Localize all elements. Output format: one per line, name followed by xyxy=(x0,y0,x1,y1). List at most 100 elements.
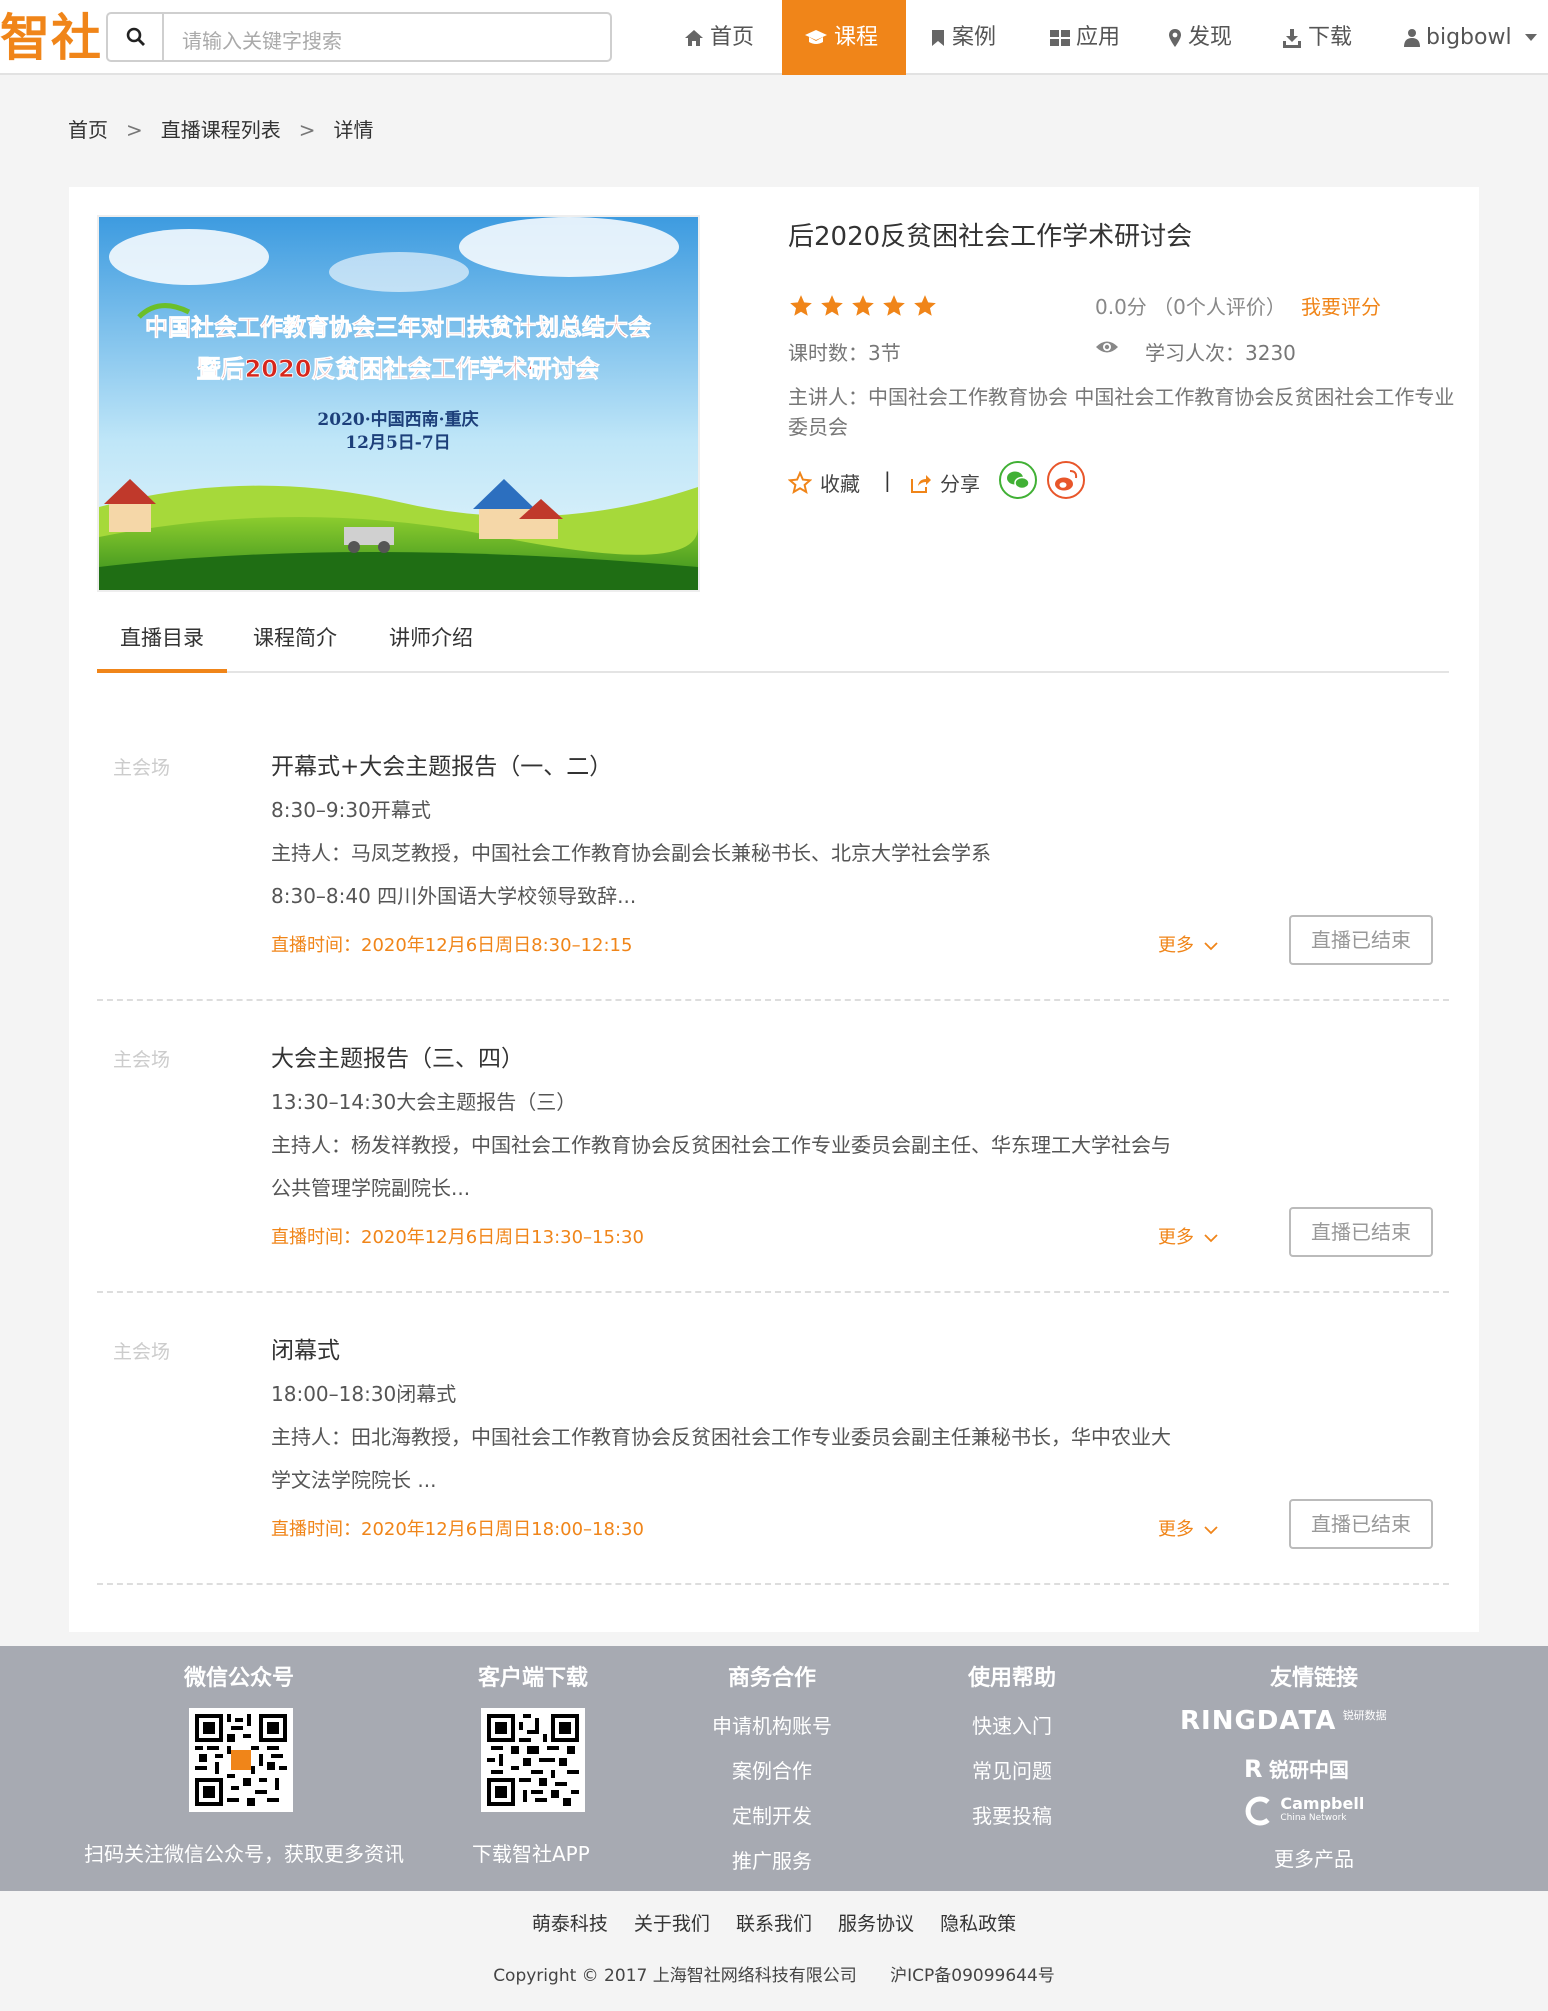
course-card: 中国社会工作教育协会三年对口扶贫计划总结大会 暨后2020反贫困社会工作学术研讨… xyxy=(69,187,1479,1632)
caret-down-icon xyxy=(1524,34,1537,41)
more-button[interactable]: 更多 xyxy=(1158,931,1218,957)
share-button[interactable]: 分享 xyxy=(910,468,980,497)
ringdata-logo[interactable]: RINGDATA 锐研数据 xyxy=(1180,1706,1387,1736)
rating-stars[interactable] xyxy=(788,293,943,324)
download-icon xyxy=(1283,29,1301,48)
session-time: 直播时间：2020年12月6日周日8:30–12:15 xyxy=(271,935,633,956)
session-title[interactable]: 大会主题报告（三、四） xyxy=(271,1039,524,1073)
desc-line: 8:30–9:30开幕式 xyxy=(271,798,431,822)
more-label: 更多 xyxy=(1158,1227,1194,1248)
copyright-text: Copyright © 2017 上海智社网络科技有限公司 xyxy=(493,1966,857,1986)
tab-live-catalog[interactable]: 直播目录 xyxy=(97,607,227,673)
desc-line: 13:30–14:30大会主题报告（三） xyxy=(271,1090,577,1114)
breadcrumb-home[interactable]: 首页 xyxy=(68,118,108,142)
star-icon[interactable] xyxy=(912,293,938,319)
bottom-link[interactable]: 萌泰科技 xyxy=(532,1913,608,1935)
star-icon[interactable] xyxy=(788,293,814,319)
share-icon xyxy=(911,475,931,493)
rate-link[interactable]: 我要评分 xyxy=(1301,291,1381,320)
star-icon[interactable] xyxy=(850,293,876,319)
more-label: 更多 xyxy=(1158,935,1194,956)
wechat-share-icon[interactable] xyxy=(998,460,1038,500)
username: bigbowl xyxy=(1426,25,1512,50)
tab-intro[interactable]: 课程简介 xyxy=(253,607,337,673)
footer-link[interactable]: 推广服务 xyxy=(732,1845,812,1874)
nav-label: 发现 xyxy=(1188,25,1233,50)
star-outline-icon xyxy=(787,470,813,495)
chevron-down-icon xyxy=(1204,942,1218,951)
rating-score: 0.0分 （0个人评价） xyxy=(1095,295,1286,319)
desc-line: 主持人：田北海教授，中国社会工作教育协会反贫困社会工作专业委员会副主任兼秘书长，… xyxy=(271,1425,1171,1449)
campbell-text: Campbell xyxy=(1280,1794,1365,1813)
more-button[interactable]: 更多 xyxy=(1158,1515,1218,1541)
ruiyan-mark-icon: R xyxy=(1244,1755,1263,1783)
favorite-button[interactable]: 收藏 xyxy=(787,468,860,497)
footer-help-title: 使用帮助 xyxy=(968,1666,1057,1691)
desc-line: 公共管理学院副院长... xyxy=(271,1176,471,1200)
user-menu[interactable]: bigbowl xyxy=(1404,0,1543,75)
weibo-share-icon[interactable] xyxy=(1046,460,1086,500)
nav-item-home[interactable]: 首页 xyxy=(684,0,784,75)
ruiyan-china-logo[interactable]: R 锐研中国 xyxy=(1244,1754,1349,1783)
live-ended-button[interactable]: 直播已结束 xyxy=(1289,915,1433,965)
bottom-link[interactable]: 联系我们 xyxy=(736,1913,812,1935)
nav-item-discover[interactable]: 发现 xyxy=(1168,0,1232,75)
bottom-link[interactable]: 关于我们 xyxy=(634,1913,710,1935)
chevron-right-icon: > xyxy=(298,118,316,142)
desc-line: 主持人：杨发祥教授，中国社会工作教育协会反贫困社会工作专业委员会副主任、华东理工… xyxy=(271,1133,1171,1157)
share-label: 分享 xyxy=(940,472,980,496)
home-icon xyxy=(685,30,703,46)
session-title[interactable]: 闭幕式 xyxy=(271,1331,340,1365)
star-icon[interactable] xyxy=(819,293,845,319)
session-time: 直播时间：2020年12月6日周日18:00–18:30 xyxy=(271,1519,644,1540)
nav-item-apps[interactable]: 应用 xyxy=(1050,0,1120,75)
session-title[interactable]: 开幕式+大会主题报告（一、二） xyxy=(271,747,612,781)
nav-label: 首页 xyxy=(710,25,755,50)
nav-item-courses[interactable]: 课程 xyxy=(782,0,906,75)
session-description: 8:30–9:30开幕式 主持人：马凤芝教授，中国社会工作教育协会副会长兼秘书长… xyxy=(271,789,1231,918)
favorite-label: 收藏 xyxy=(820,472,860,496)
nav-label: 应用 xyxy=(1076,25,1121,50)
nav-item-cases[interactable]: 案例 xyxy=(930,0,996,75)
graduation-cap-icon xyxy=(805,30,827,44)
bottom-link[interactable]: 隐私政策 xyxy=(940,1913,1016,1935)
footer-link[interactable]: 常见问题 xyxy=(972,1755,1052,1784)
tab-lecturer[interactable]: 讲师介绍 xyxy=(389,607,473,673)
cover-title-line3: 2020·中国西南·重庆 xyxy=(317,409,478,430)
nav-item-download[interactable]: 下载 xyxy=(1282,0,1352,75)
footer-link[interactable]: 快速入门 xyxy=(972,1710,1052,1739)
footer-link[interactable]: 申请机构账号 xyxy=(712,1710,832,1739)
more-products-link[interactable]: 更多产品 xyxy=(1274,1843,1354,1872)
footer-link[interactable]: 定制开发 xyxy=(732,1800,812,1829)
chevron-right-icon: > xyxy=(126,118,143,142)
more-button[interactable]: 更多 xyxy=(1158,1223,1218,1249)
breadcrumb-list[interactable]: 直播课程列表 xyxy=(161,118,281,142)
bottom-link[interactable]: 服务协议 xyxy=(838,1913,914,1935)
breadcrumb-current: 详情 xyxy=(333,118,374,142)
logo[interactable]: 智社 xyxy=(0,8,102,68)
live-ended-button[interactable]: 直播已结束 xyxy=(1289,1207,1433,1257)
footer-wechat-title: 微信公众号 xyxy=(184,1666,295,1691)
star-icon[interactable] xyxy=(881,293,907,319)
search-box: 请输入关键字搜索 xyxy=(106,12,612,62)
search-button[interactable] xyxy=(108,14,164,60)
footer-link[interactable]: 我要投稿 xyxy=(972,1800,1052,1829)
search-input[interactable]: 请输入关键字搜索 xyxy=(182,25,342,54)
bottom-links: 萌泰科技 关于我们 联系我们 服务协议 隐私政策 xyxy=(0,1909,1548,1936)
icp-number[interactable]: 沪ICP备09099644号 xyxy=(890,1966,1055,1986)
campbell-logo[interactable]: Campbell China Network xyxy=(1244,1796,1364,1826)
session-description: 13:30–14:30大会主题报告（三） 主持人：杨发祥教授，中国社会工作教育协… xyxy=(271,1081,1231,1210)
top-nav: 智社 请输入关键字搜索 首页 课程 案例 应用 发现 下载 bigbowl xyxy=(0,0,1548,75)
cover-title-line2: 暨后2020反贫困社会工作学术研讨会 xyxy=(197,355,600,383)
campbell-sub-text: China Network xyxy=(1280,1813,1347,1823)
session-item: 主会场 大会主题报告（三、四） 13:30–14:30大会主题报告（三） 主持人… xyxy=(97,1001,1449,1293)
ruiyan-text: 锐研中国 xyxy=(1268,1758,1349,1782)
live-ended-button[interactable]: 直播已结束 xyxy=(1289,1499,1433,1549)
lecturer: 主讲人：中国社会工作教育协会 中国社会工作教育协会反贫困社会工作专业委员会 xyxy=(788,385,1455,439)
wechat-caption: 扫码关注微信公众号，获取更多资讯 xyxy=(84,1842,404,1866)
session-item: 主会场 开幕式+大会主题报告（一、二） 8:30–9:30开幕式 主持人：马凤芝… xyxy=(97,709,1449,1001)
course-hours: 课时数：3节 xyxy=(788,341,901,365)
breadcrumb: 首页 > 直播课程列表 > 详情 xyxy=(68,114,374,143)
grid-icon xyxy=(1050,30,1070,46)
footer-link[interactable]: 案例合作 xyxy=(732,1755,812,1784)
